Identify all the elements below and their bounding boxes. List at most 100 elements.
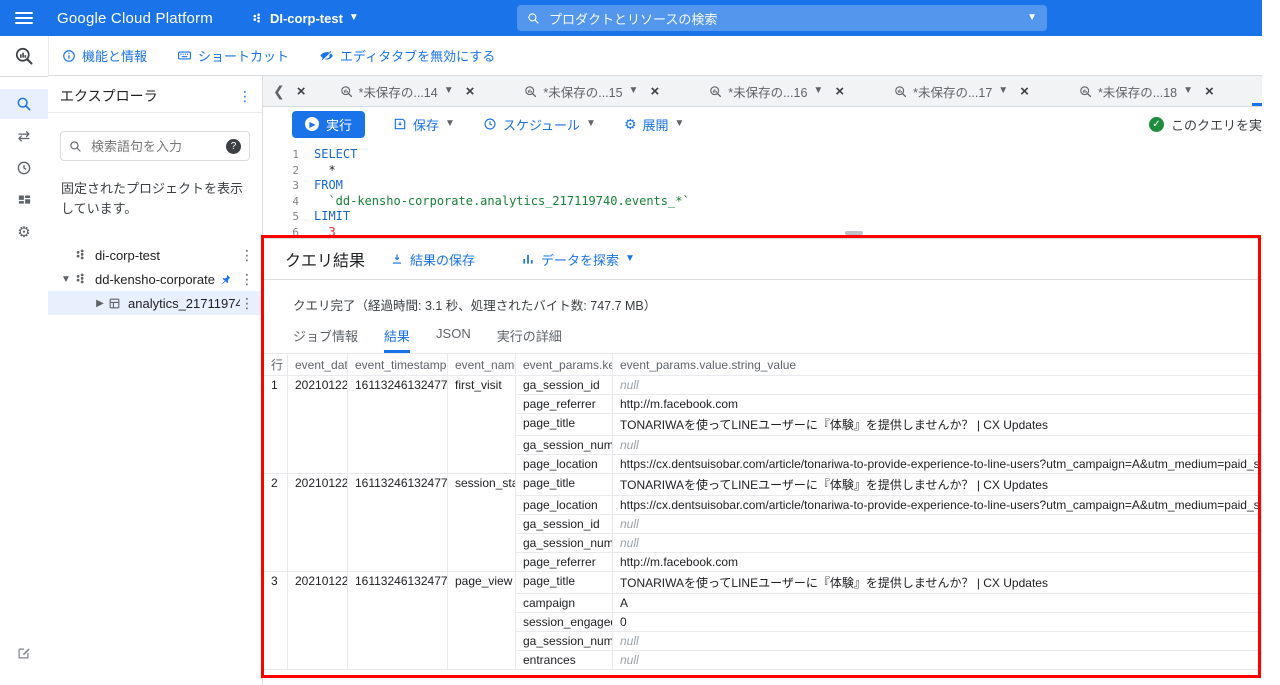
results-tab[interactable]: ジョブ情報	[293, 326, 358, 353]
editor-tab[interactable]: *未保存の...19▼×	[1252, 76, 1262, 106]
table-cell: 20210122	[288, 572, 348, 670]
chevron-down-icon[interactable]: ▼	[813, 86, 823, 96]
sql-line[interactable]: 1SELECT	[263, 147, 1262, 163]
sql-code: FROM	[314, 178, 343, 194]
save-results-button[interactable]: 結果の保存	[390, 250, 475, 269]
tree-item-dataset[interactable]: ▶ analytics_217119740 ⋮	[48, 291, 262, 315]
more-vert-icon[interactable]: ⋮	[240, 248, 254, 262]
chevron-down-icon[interactable]: ▼	[58, 274, 74, 285]
rail-transfers-button[interactable]: ⇄	[0, 121, 48, 151]
sql-code: *	[314, 163, 336, 179]
close-icon[interactable]: ×	[297, 83, 306, 100]
chevron-down-icon[interactable]: ▼	[444, 86, 454, 96]
close-icon[interactable]: ×	[466, 83, 475, 100]
explorer-search-input[interactable]	[89, 138, 219, 155]
results-tab[interactable]: JSON	[436, 326, 471, 353]
editor-feature-toolbar: 機能と情報 ショートカット エディタタブを無効にする	[48, 36, 1262, 76]
table-cell: 1611324613247756	[348, 572, 448, 670]
table-cell: ga_session_number	[516, 632, 613, 651]
query-complete-status: クエリ完了（経過時間: 3.1 秒、処理されたバイト数: 747.7 MB）	[263, 280, 1262, 314]
schedule-query-button[interactable]: スケジュール ▼	[483, 115, 596, 134]
sql-line[interactable]: 3FROM	[263, 178, 1262, 194]
bigquery-console: { "topbar": { "title": "Google Cloud Pla…	[0, 0, 1280, 685]
eye-off-icon	[319, 48, 334, 63]
table-cell: 0	[613, 613, 1262, 632]
expand-menu-button[interactable]: ⚙ 展開 ▼	[624, 115, 684, 134]
chevron-down-icon[interactable]: ▼	[1027, 13, 1037, 23]
rail-search-button[interactable]	[0, 89, 48, 119]
schedule-label: スケジュール	[503, 115, 580, 134]
gear-icon: ⚙	[17, 223, 30, 241]
results-tab[interactable]: 実行の詳細	[497, 326, 562, 353]
gear-icon: ⚙	[624, 116, 637, 133]
editor-tab[interactable]: *未保存の...14 ▼ ×	[328, 76, 487, 106]
table-cell: page_referrer	[516, 553, 613, 572]
top-navigation-bar: Google Cloud Platform DI-corp-test ▼ プロダ…	[0, 0, 1262, 36]
run-query-button[interactable]: ▶ 実行	[292, 111, 365, 138]
table-cell: page_title	[516, 414, 613, 436]
editor-tabstrip-tabs: *未保存の...14▼×*未保存の...15▼×*未保存の...16▼×*未保存…	[328, 76, 1263, 106]
explore-data-label: データを探索	[541, 250, 619, 269]
query-icon	[340, 85, 353, 98]
table-cell: 1611324613247756	[348, 376, 448, 474]
shortcuts-button[interactable]: ショートカット	[177, 46, 289, 65]
chevron-down-icon[interactable]: ▼	[1183, 86, 1193, 96]
line-number: 3	[263, 178, 314, 194]
editor-tab[interactable]: *未保存の...16 ▼ ×	[697, 76, 856, 106]
search-icon	[69, 140, 82, 153]
features-info-button[interactable]: 機能と情報	[62, 46, 147, 65]
global-search-bar[interactable]: プロダクトとリソースの検索 ▼	[517, 5, 1047, 31]
more-vert-icon[interactable]: ⋮	[238, 89, 252, 103]
compose-note-icon[interactable]	[16, 646, 31, 661]
editor-tab[interactable]: *未保存の...15▼×	[512, 76, 671, 106]
close-icon[interactable]: ×	[835, 83, 844, 100]
left-navigation-rail: ⇄ ⚙	[0, 36, 49, 685]
menu-icon[interactable]	[15, 12, 33, 24]
table-cell: null	[613, 651, 1262, 670]
chevron-right-icon[interactable]: ▶	[92, 298, 108, 309]
close-icon[interactable]: ×	[650, 83, 659, 100]
sql-code: SELECT	[314, 147, 357, 163]
editor-tab[interactable]: *未保存の...18 ▼ ×	[1067, 76, 1226, 106]
sql-editor[interactable]: 1SELECT2 *3FROM4 `dd-kensho-corporate.an…	[263, 141, 1262, 240]
explore-data-button[interactable]: データを探索 ▼	[521, 250, 635, 269]
chevron-down-icon[interactable]: ▼	[629, 86, 639, 96]
tree-item-label: dd-kensho-corporate	[95, 272, 215, 287]
results-tab[interactable]: 結果	[384, 326, 410, 353]
tab-label: *未保存の...14	[359, 82, 438, 101]
disable-editor-tabs-button[interactable]: エディタタブを無効にする	[319, 46, 495, 65]
panel-resize-handle[interactable]	[845, 231, 863, 235]
column-header: event_params.value.string_value	[613, 354, 1262, 376]
sql-line[interactable]: 5LIMIT	[263, 209, 1262, 225]
project-icon	[74, 248, 88, 262]
project-selector[interactable]: DI-corp-test ▼	[251, 11, 359, 26]
help-icon[interactable]: ?	[226, 139, 241, 154]
editor-tab[interactable]: *未保存の...17▼×	[882, 76, 1041, 106]
tree-item-project[interactable]: ▼ dd-kensho-corporate ⋮	[48, 267, 262, 291]
project-icon	[251, 12, 264, 25]
sql-code: LIMIT	[314, 209, 350, 225]
disable-editor-tabs-label: エディタタブを無効にする	[340, 46, 495, 65]
sql-line[interactable]: 4 `dd-kensho-corporate.analytics_2171197…	[263, 194, 1262, 210]
shortcuts-label: ショートカット	[198, 46, 289, 65]
sql-line[interactable]: 2 *	[263, 163, 1262, 179]
rail-scheduled-queries-button[interactable]	[0, 153, 48, 183]
save-query-button[interactable]: 保存 ▼	[393, 115, 455, 134]
tab-label: *未保存の...18	[1098, 82, 1177, 101]
tab-label: *未保存の...16	[728, 82, 807, 101]
more-vert-icon[interactable]: ⋮	[240, 296, 254, 310]
pin-icon[interactable]	[219, 273, 232, 286]
bigquery-logo-icon[interactable]	[0, 36, 48, 77]
close-icon[interactable]: ×	[1020, 83, 1029, 100]
close-icon[interactable]: ×	[1205, 83, 1214, 100]
more-vert-icon[interactable]: ⋮	[240, 272, 254, 286]
chevron-down-icon[interactable]: ▼	[998, 86, 1008, 96]
scroll-tabs-left-icon[interactable]: ❮	[273, 83, 285, 100]
chevron-down-icon: ▼	[675, 119, 685, 129]
gcp-logo-title[interactable]: Google Cloud Platform	[57, 10, 213, 27]
rail-settings-button[interactable]: ⚙	[0, 217, 48, 247]
explorer-search-box[interactable]: ?	[60, 131, 250, 161]
rail-capacity-button[interactable]	[0, 185, 48, 215]
project-name: DI-corp-test	[270, 11, 343, 26]
tree-item-project[interactable]: di-corp-test ⋮	[48, 243, 262, 267]
